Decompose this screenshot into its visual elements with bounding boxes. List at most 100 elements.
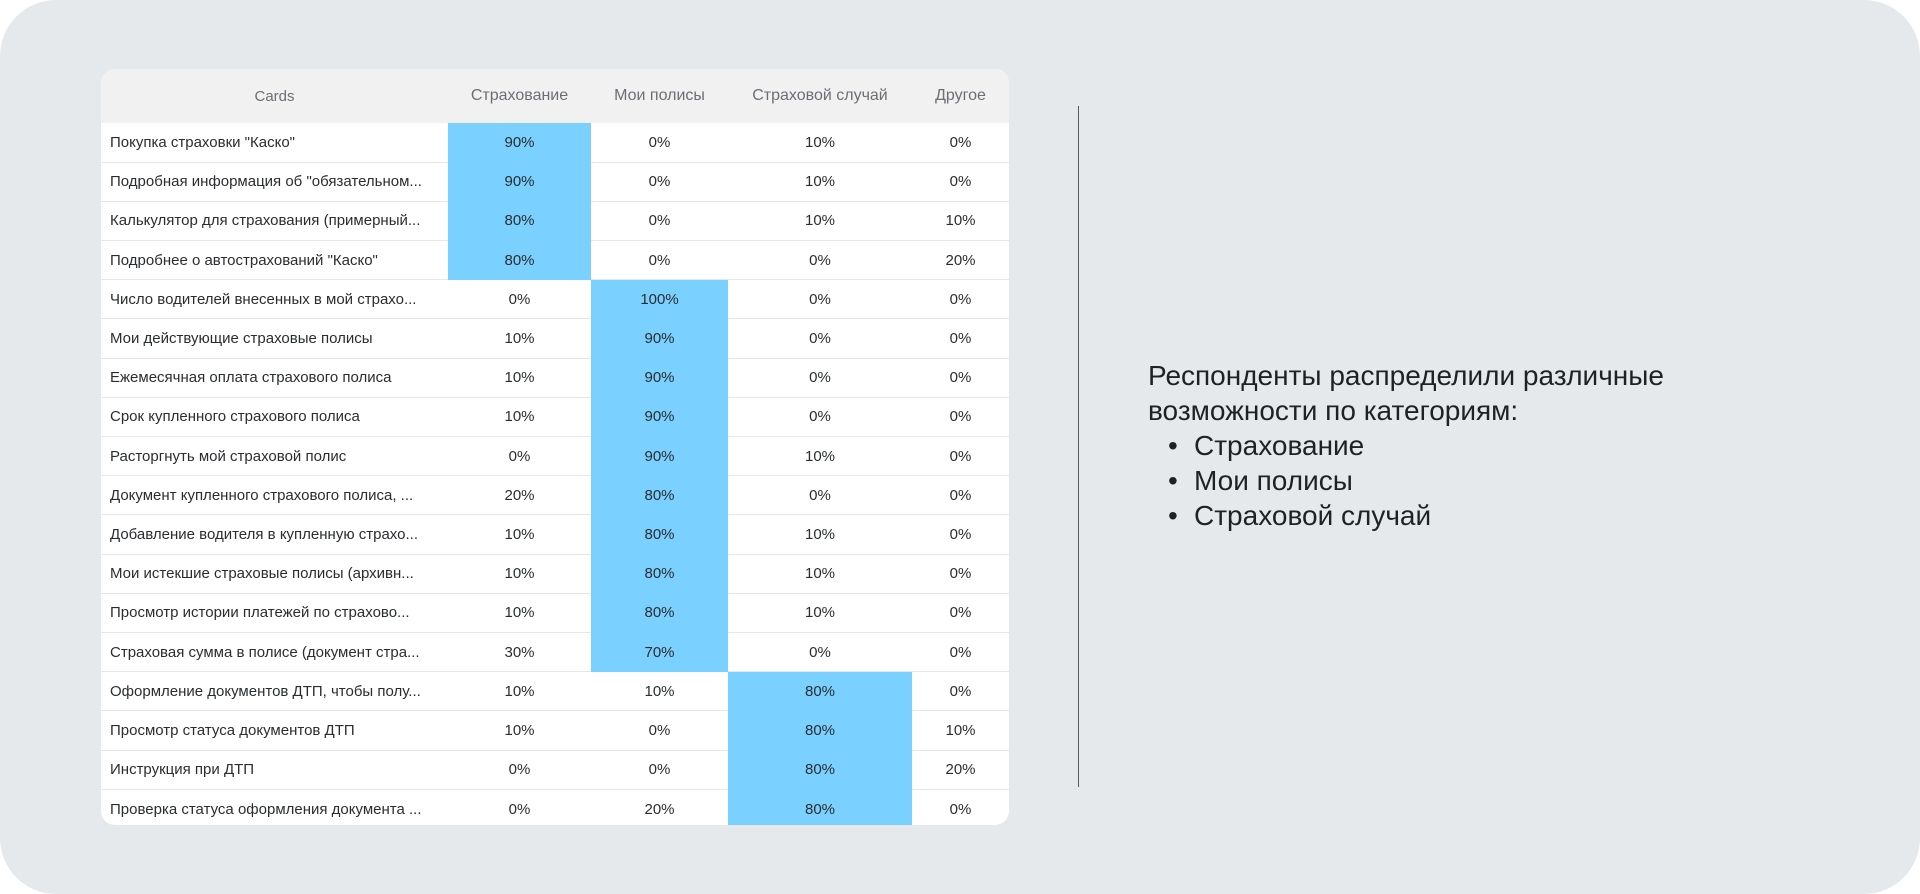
percentage-cell: 80% xyxy=(448,201,591,242)
percentage-cell: 0% xyxy=(912,318,1009,359)
category-label: Мои полисы xyxy=(1194,465,1353,496)
card-name-cell: Расторгнуть мой страховой полис xyxy=(101,436,448,477)
percentage-cell: 80% xyxy=(728,750,912,790)
category-item: • Страхование xyxy=(1148,428,1708,463)
summary-text: Респонденты распределили различные возмо… xyxy=(1148,358,1708,533)
percentage-cell: 10% xyxy=(448,318,591,359)
percentage-cell: 10% xyxy=(728,123,912,163)
percentage-cell: 20% xyxy=(912,750,1009,790)
results-table-card: Cards Страхование Мои полисы Страховой с… xyxy=(101,69,1009,825)
percentage-cell: 0% xyxy=(912,279,1009,320)
table-row: Подробная информация об "обязательном...… xyxy=(101,162,1009,202)
percentage-cell: 0% xyxy=(591,710,728,751)
card-name-cell: Проверка статуса оформления документа ..… xyxy=(110,800,422,818)
table-body: Покупка страховки "Каско" 90% 0% 10% 0% Подро… xyxy=(101,123,1009,825)
percentage-cell: 0% xyxy=(912,358,1009,398)
header-insured-event[interactable]: Страховой случай xyxy=(728,69,912,123)
percentage-cell: 10% xyxy=(448,671,591,712)
header-insurance[interactable]: Страхование xyxy=(448,69,591,123)
table-row: Проверка статуса оформления документа ..… xyxy=(101,789,1009,825)
percentage-cell: 80% xyxy=(591,593,728,633)
percentage-cell: 0% xyxy=(728,318,912,359)
percentage-cell: 10% xyxy=(448,358,591,398)
percentage-cell: 0% xyxy=(912,436,1009,477)
card-name-cell: Число водителей внесенных в мой страхо..… xyxy=(101,279,448,320)
card-name-cell: Инструкция при ДТП xyxy=(101,750,448,790)
card-name-cell: Оформление документов ДТП, чтобы полу... xyxy=(101,671,448,712)
percentage-cell: 80% xyxy=(728,789,912,825)
table-row: Мои действующие страховые полисы 10% 90% 0%… xyxy=(101,318,1009,359)
percentage-cell: 10% xyxy=(448,397,591,438)
percentage-cell: 0% xyxy=(728,397,912,438)
percentage-cell: 90% xyxy=(591,358,728,398)
table-row: Ежемесячная оплата страхового полиса 10% 9… xyxy=(101,358,1009,398)
percentage-cell: 10% xyxy=(728,514,912,555)
percentage-cell: 0% xyxy=(591,201,728,242)
percentage-cell: 80% xyxy=(448,240,591,281)
table-row: Документ купленного страхового полиса, .… xyxy=(101,475,1009,516)
card-name-cell: Просмотр истории платежей по страхово... xyxy=(101,593,448,633)
table-row: Срок купленного страхового полиса 10% 90% 0… xyxy=(101,397,1009,438)
category-list: • Страхование • Мои полисы • Страховой с… xyxy=(1148,428,1708,533)
percentage-cell: 30% xyxy=(448,632,591,673)
card-name-cell: Страховая сумма в полисе (документ стра.… xyxy=(101,632,448,673)
percentage-cell: 0% xyxy=(728,279,912,320)
percentage-cell: 0% xyxy=(728,358,912,398)
table-row: Добавление водителя в купленную страхо..… xyxy=(101,514,1009,555)
percentage-cell: 10% xyxy=(448,514,591,555)
percentage-cell: 0% xyxy=(448,279,591,320)
percentage-cell: 0% xyxy=(591,750,728,790)
card-name-cell: Подробнее о автострахований "Каско" xyxy=(101,240,448,281)
table-row: Покупка страховки "Каско" 90% 0% 10% 0% xyxy=(101,123,1009,163)
percentage-cell: 80% xyxy=(728,710,912,751)
percentage-cell: 10% xyxy=(591,671,728,712)
card-sort-results-table: Cards Страхование Мои полисы Страховой с… xyxy=(101,69,1009,825)
percentage-cell: 0% xyxy=(728,632,912,673)
percentage-cell: 0% xyxy=(912,475,1009,516)
background-panel: Cards Страхование Мои полисы Страховой с… xyxy=(0,0,1920,894)
table-row: Расторгнуть мой страховой полис 0% 90% 10% 0… xyxy=(101,436,1009,477)
percentage-cell: 10% xyxy=(728,554,912,594)
percentage-cell: 80% xyxy=(591,514,728,555)
percentage-cell: 0% xyxy=(912,593,1009,633)
percentage-cell: 0% xyxy=(448,750,591,790)
percentage-cell: 10% xyxy=(912,710,1009,751)
card-name-cell: Калькулятор для страхования (примерный..… xyxy=(101,201,448,242)
percentage-cell: 0% xyxy=(728,475,912,516)
header-my-policies[interactable]: Мои полисы xyxy=(591,69,728,123)
percentage-cell: 20% xyxy=(644,800,675,818)
percentage-cell: 10% xyxy=(912,201,1009,242)
percentage-cell: 0% xyxy=(591,123,728,163)
percentage-cell: 20% xyxy=(912,240,1009,281)
percentage-cell: 100% xyxy=(591,279,728,320)
percentage-cell: 0% xyxy=(508,800,531,818)
percentage-cell: 0% xyxy=(912,554,1009,594)
percentage-cell: 90% xyxy=(448,162,591,202)
vertical-divider xyxy=(1078,106,1079,787)
card-name-cell: Просмотр статуса документов ДТП xyxy=(101,710,448,751)
card-name-cell: Срок купленного страхового полиса xyxy=(101,397,448,438)
table-row: Просмотр истории платежей по страхово...… xyxy=(101,593,1009,633)
category-label: Страхование xyxy=(1194,430,1365,461)
card-name-cell: Мои истекшие страховые полисы (архивн... xyxy=(101,554,448,594)
table-row: Оформление документов ДТП, чтобы полу...… xyxy=(101,671,1009,712)
percentage-cell: 0% xyxy=(591,162,728,202)
percentage-cell: 20% xyxy=(448,475,591,516)
header-other[interactable]: Другое xyxy=(912,69,1009,123)
percentage-cell: 10% xyxy=(728,436,912,477)
percentage-cell: 0% xyxy=(448,436,591,477)
category-item: • Страховой случай xyxy=(1148,498,1708,533)
percentage-cell: 0% xyxy=(912,123,1009,163)
percentage-cell: 90% xyxy=(591,318,728,359)
percentage-cell: 10% xyxy=(728,162,912,202)
percentage-cell: 0% xyxy=(912,671,1009,712)
table-row: Число водителей внесенных в мой страхо..… xyxy=(101,279,1009,320)
percentage-cell: 10% xyxy=(448,593,591,633)
card-name-cell: Покупка страховки "Каско" xyxy=(101,123,448,163)
card-name-cell: Подробная информация об "обязательном... xyxy=(101,162,448,202)
table-row: Просмотр статуса документов ДТП 10% 0% 80% 1… xyxy=(101,710,1009,751)
header-cards[interactable]: Cards xyxy=(101,69,448,123)
percentage-cell: 80% xyxy=(591,554,728,594)
card-name-cell: Мои действующие страховые полисы xyxy=(101,318,448,359)
table-row: Мои истекшие страховые полисы (архивн...… xyxy=(101,554,1009,594)
